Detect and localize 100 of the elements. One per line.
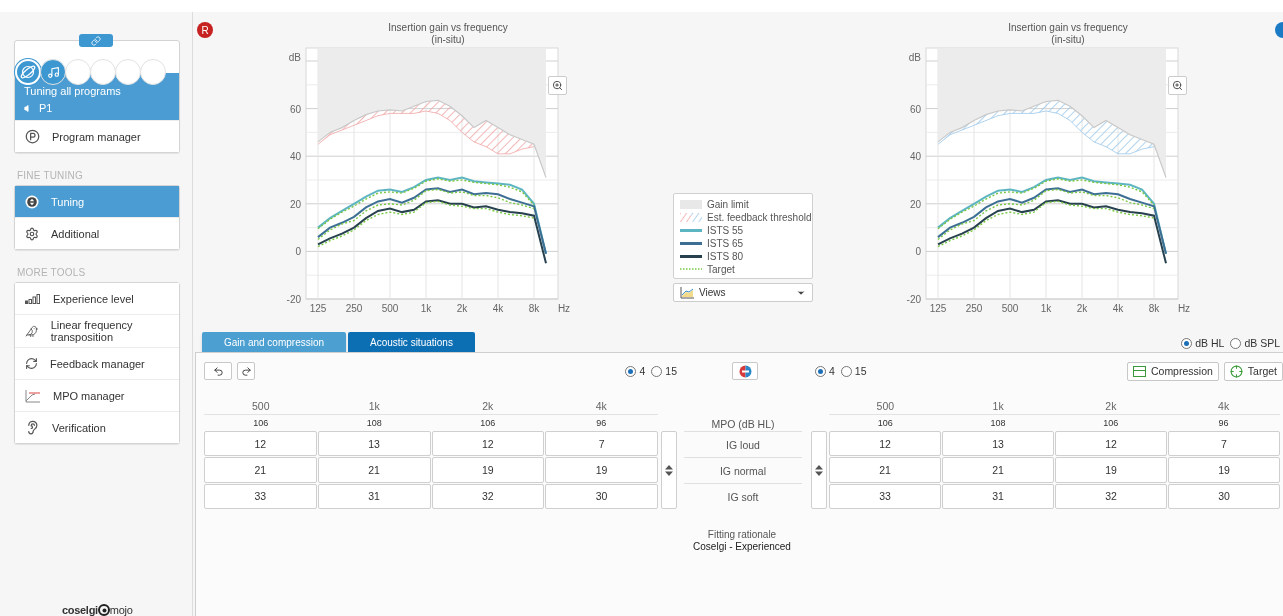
legend-label: ISTS 80 [707,250,744,262]
crosshair-icon [1229,364,1243,378]
tab[interactable]: Acoustic situations [348,332,475,352]
zoom-in-button[interactable] [548,76,567,95]
refresh-icon [25,357,38,370]
radio-button[interactable]: dB HL [1181,337,1225,349]
axis-label: Hz [1177,303,1191,314]
mpo-value: 96 [595,418,608,428]
frequency-label: 2k [481,399,495,412]
gain-value-field[interactable]: 12 [1055,431,1167,457]
link-sides-button[interactable] [732,362,758,380]
axis-label: 250 [965,303,983,314]
axis-label: 2k [1076,303,1088,314]
gain-value-field[interactable]: 21 [317,457,431,483]
undo-button[interactable] [204,362,232,380]
program-slot[interactable] [90,59,116,85]
rationale-value: Coselgi - Experienced [693,541,791,553]
axis-label: dB [288,52,301,63]
legend-swatch [680,241,702,245]
sidebar-item[interactable]: Feedback manager [15,347,179,379]
zoom-in-button[interactable] [1168,76,1187,95]
axis-label: 40 [289,151,301,163]
row-label: IG soft [684,483,802,509]
gain-value-field[interactable]: 31 [317,483,431,509]
side-badge: R [197,22,213,38]
graph-icon [25,388,41,403]
program-slot[interactable] [115,59,141,85]
row-label: MPO (dB HL) [710,417,776,431]
program-slot[interactable] [65,59,91,85]
gain-value-field[interactable]: 13 [317,431,431,457]
radio-button[interactable]: 4 [625,365,646,377]
swirl-icon [97,604,110,616]
axis-label: Hz [557,303,571,314]
radio-button[interactable]: 15 [651,365,677,377]
gain-value-field[interactable]: 32 [1055,483,1167,509]
axis-label: 1k [1040,303,1052,314]
gain-value-field[interactable]: 12 [829,431,941,457]
updown-circle-icon [25,194,39,209]
radio-button[interactable]: dB SPL [1230,337,1280,349]
chart-subtitle: (in-situ) [1051,34,1085,46]
planet-icon [19,63,37,81]
gain-value-field[interactable]: 19 [431,457,545,483]
sidebar-item[interactable]: Experience level [15,283,179,314]
gain-value-field[interactable]: 30 [545,483,658,509]
gain-value-field[interactable]: 12 [431,431,545,457]
legend-label: Target [707,263,735,275]
frequency-label: 500 [875,399,896,412]
frequency-label: 4k [1217,399,1231,412]
gain-value-field[interactable]: 31 [942,483,1054,509]
gain-value-field[interactable]: 12 [204,431,317,457]
gain-value-field[interactable]: 21 [942,457,1054,483]
axis-label: 1k [420,303,432,314]
mpo-value: 106 [252,418,270,428]
mpo-value: 106 [876,418,894,428]
views-dropdown[interactable]: Views [673,283,813,302]
legend-label: Est. feedback threshold [707,211,812,223]
gain-value-field[interactable]: 19 [545,457,658,483]
mpo-value: 106 [1102,418,1120,428]
frequency-label: 500 [251,399,271,412]
sidebar-item[interactable]: MPO manager [15,379,179,411]
gain-value-field[interactable]: 19 [1055,457,1167,483]
program-slot[interactable] [140,59,166,85]
gain-value-field[interactable]: 30 [1168,483,1280,509]
program-slot[interactable] [40,59,66,85]
sidebar-item[interactable]: Verification [15,411,179,443]
target-button[interactable]: Target [1223,361,1283,381]
legend-label: ISTS 65 [707,237,744,249]
chart-subtitle: (in-situ) [431,34,465,46]
gain-value-field[interactable]: 7 [1168,431,1280,457]
radio-button[interactable]: 15 [840,365,867,377]
gain-value-field[interactable]: 13 [942,431,1054,457]
axis-label: -20 [286,294,301,305]
gain-value-field[interactable]: 33 [204,483,317,509]
spin-button[interactable] [811,431,827,509]
compression-button[interactable]: Compression [1126,361,1219,381]
axis-label: 8k [1148,303,1160,314]
axis-label: 250 [345,303,363,314]
gain-value-field[interactable]: 33 [829,483,941,509]
program-title: Tuning all programs [24,85,122,97]
gain-value-field[interactable]: 21 [829,457,941,483]
chart-title: Insertion gain vs frequency [1008,22,1128,34]
legend-swatch [680,254,702,258]
link-button[interactable] [79,34,113,47]
mpo-value: 96 [1217,418,1230,428]
frequency-label: 4k [594,399,608,412]
gear-icon [25,226,39,241]
axis-label: 20 [909,198,921,210]
sidebar-item[interactable]: Additional [15,217,179,249]
sidebar-item[interactable]: Program manager [15,120,179,152]
redo-button[interactable] [237,362,255,380]
frequency-label: 1k [367,399,381,412]
row-label: IG loud [684,431,802,457]
axis-label: 8k [528,303,540,314]
radio-button[interactable]: 4 [815,365,835,377]
gain-value-field[interactable]: 21 [204,457,317,483]
gain-value-field[interactable]: 7 [545,431,658,457]
gain-value-field[interactable]: 32 [431,483,545,509]
gain-value-field[interactable]: 19 [1168,457,1280,483]
spin-button[interactable] [661,431,677,509]
sidebar-item[interactable]: Linear frequency transposition [15,314,179,347]
